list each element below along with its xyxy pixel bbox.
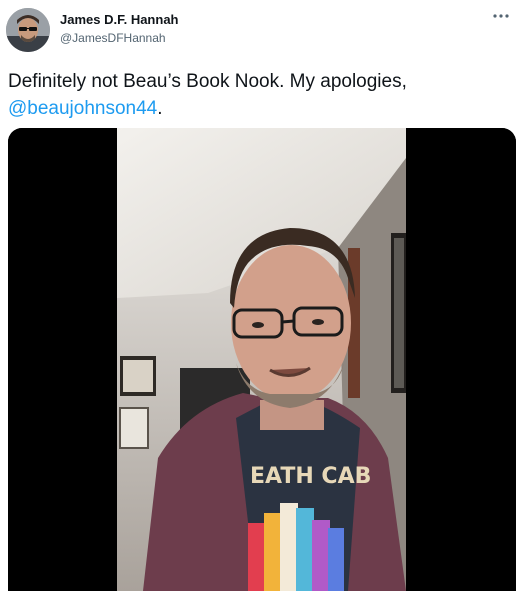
tweet-text-body: Definitely not Beau’s Book Nook. My apol… [8,71,407,92]
video-frame: EATH CAB [8,128,516,591]
more-dots [493,14,509,18]
avatar[interactable] [6,8,50,52]
tweet-text-end: . [157,98,163,119]
author-name[interactable]: James D.F. Hannah [60,12,179,27]
shirt-text: EATH CAB [250,464,371,489]
author-handle[interactable]: @JamesDFHannah [60,31,166,45]
tweet-text: Definitely not Beau’s Book Nook. My apol… [8,68,508,122]
more-icon[interactable] [488,8,514,26]
avatar-image [6,8,50,52]
video-player[interactable]: EATH CAB [8,128,516,591]
tweet-card: James D.F. Hannah @JamesDFHannah Definit… [0,0,522,591]
mention-link[interactable]: @beaujohnson44 [8,98,157,119]
